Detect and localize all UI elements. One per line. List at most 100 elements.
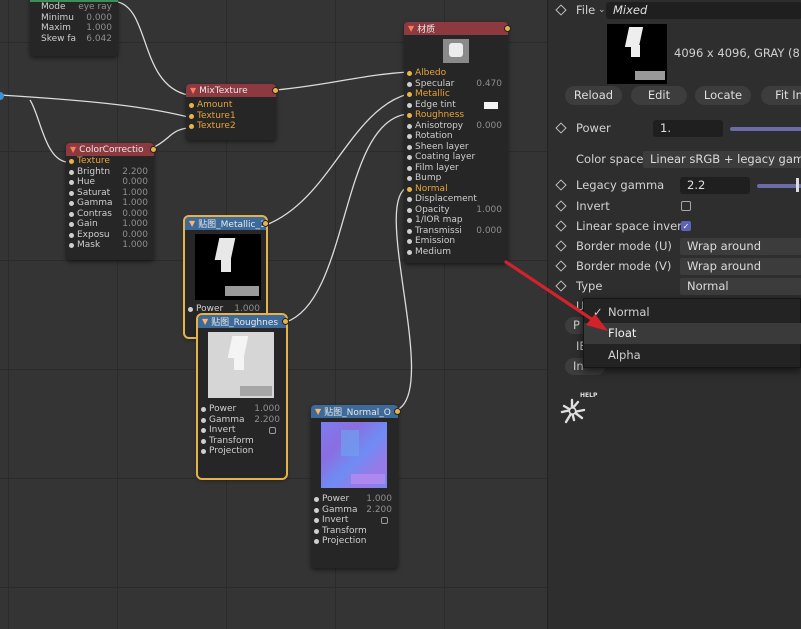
input-port[interactable] — [69, 159, 74, 164]
output-port[interactable] — [282, 318, 289, 325]
param-value[interactable]: 1.000 — [122, 198, 148, 209]
collapse-triangle-icon[interactable]: ▼ — [202, 317, 208, 326]
node-mix-texture[interactable]: ▼ MixTexture Amount Texture1 Texture2 — [186, 84, 279, 140]
node-partial-top[interactable]: Mode eye ray Minimu 0.000 Maxim 1.000 Skew fa 6… — [30, 0, 118, 56]
input-port[interactable] — [407, 197, 412, 202]
chevron-down-icon[interactable]: ⌄ — [598, 5, 606, 15]
type-dropdown[interactable]: Normal — [680, 278, 801, 295]
node-header[interactable]: ▼ 贴图_Normal_O — [311, 405, 398, 418]
param-value[interactable]: 1.000 — [254, 404, 280, 415]
node-param-row[interactable]: Coating layer — [404, 152, 508, 163]
input-port[interactable] — [314, 539, 319, 544]
power-field[interactable]: 1. — [653, 120, 723, 137]
input-port[interactable] — [69, 169, 74, 175]
output-port[interactable] — [272, 87, 279, 94]
node-param-row[interactable]: Minimu 0.000 — [30, 13, 118, 24]
node-input-row[interactable]: Texture1 — [186, 111, 276, 122]
diamond-icon[interactable] — [555, 240, 567, 252]
param-value[interactable]: 2.200 — [254, 415, 280, 426]
input-port[interactable] — [201, 438, 206, 444]
input-port[interactable] — [407, 71, 412, 76]
input-port[interactable] — [407, 155, 412, 160]
output-port[interactable] — [394, 408, 401, 415]
input-port[interactable] — [407, 102, 412, 108]
node-header[interactable]: ▼ ColorCorrectio — [66, 143, 154, 156]
input-port[interactable] — [189, 103, 194, 108]
node-input-row[interactable]: Amount — [186, 100, 276, 111]
node-normal-texture[interactable]: ▼ 贴图_Normal_O Power 1.000 Gamma 2.200 Invert T… — [311, 405, 401, 568]
input-port[interactable] — [69, 211, 74, 217]
legacy-gamma-field[interactable]: 2.2 — [680, 177, 750, 194]
input-port[interactable] — [407, 176, 412, 181]
input-port[interactable] — [407, 239, 412, 244]
node-param-row[interactable]: Transform — [198, 436, 286, 447]
node-param-row[interactable]: Projection — [311, 536, 398, 547]
edge-tint-color-swatch[interactable] — [484, 101, 498, 109]
node-header[interactable]: ▼ 材质 — [404, 22, 508, 35]
invert-checkbox[interactable] — [269, 427, 276, 434]
menu-item-float[interactable]: Float — [584, 323, 801, 344]
border-mode-u-dropdown[interactable]: Wrap around — [680, 238, 801, 255]
fit-in-button[interactable]: Fit In — [761, 86, 801, 105]
input-port[interactable] — [201, 449, 206, 454]
legacy-gamma-slider[interactable] — [757, 184, 801, 188]
input-port[interactable] — [69, 180, 74, 185]
param-value[interactable]: 2.200 — [122, 167, 148, 178]
node-param-row[interactable]: 1/IOR map — [404, 215, 508, 226]
node-param-row[interactable]: Invert — [198, 425, 286, 436]
node-header[interactable]: ▼ MixTexture — [186, 84, 276, 97]
node-param-row[interactable]: Sheen layer — [404, 142, 508, 153]
input-port[interactable] — [314, 518, 319, 523]
input-port[interactable] — [188, 307, 193, 312]
collapse-triangle-icon[interactable]: ▼ — [190, 86, 196, 95]
menu-item-normal[interactable]: ✓ Normal — [584, 302, 801, 323]
border-mode-v-dropdown[interactable]: Wrap around — [680, 258, 801, 275]
node-param-row[interactable]: Brightn 2.200 — [66, 167, 154, 178]
node-param-row[interactable]: Contras 0.000 — [66, 209, 154, 220]
param-value[interactable]: 0.000 — [122, 209, 148, 220]
file-path-field[interactable]: Mixed — [606, 2, 801, 19]
input-port[interactable] — [69, 201, 74, 206]
input-port[interactable] — [201, 407, 206, 412]
slider-handle[interactable] — [796, 178, 799, 192]
input-port[interactable] — [407, 81, 412, 87]
node-param-row[interactable]: Bump — [404, 173, 508, 184]
node-param-row[interactable]: Gamma 2.200 — [311, 505, 398, 516]
diamond-icon[interactable] — [555, 200, 567, 212]
diamond-icon[interactable] — [555, 220, 567, 232]
param-value[interactable]: 1.000 — [366, 494, 392, 505]
linear-space-invert-checkbox[interactable]: ✓ — [681, 221, 691, 231]
node-param-row[interactable]: Exposu 0.000 — [66, 230, 154, 241]
invert-checkbox[interactable] — [381, 517, 388, 524]
input-port[interactable] — [407, 249, 412, 255]
diamond-icon[interactable] — [555, 122, 567, 134]
param-value[interactable]: 1.000 — [86, 23, 112, 34]
node-param-row[interactable]: Edge tint — [404, 100, 508, 111]
node-param-row[interactable]: Invert — [311, 515, 398, 526]
node-param-row[interactable]: Film layer — [404, 163, 508, 174]
node-param-row[interactable]: Transform — [311, 526, 398, 537]
node-param-row[interactable]: Anisotropy 0.000 — [404, 121, 508, 132]
param-value[interactable]: 2.200 — [366, 505, 392, 516]
collapse-triangle-icon[interactable]: ▼ — [189, 219, 195, 228]
param-value[interactable]: 0.000 — [86, 13, 112, 24]
input-port[interactable] — [314, 497, 319, 502]
node-param-row[interactable]: Albedo — [404, 68, 508, 79]
collapse-triangle-icon[interactable]: ▼ — [315, 407, 321, 416]
diamond-icon[interactable] — [555, 179, 567, 191]
node-param-row[interactable]: Medium — [404, 247, 508, 258]
collapse-triangle-icon[interactable]: ▼ — [70, 145, 76, 154]
param-value[interactable]: 0.470 — [476, 79, 502, 90]
reload-button[interactable]: Reload — [565, 86, 622, 105]
node-param-row[interactable]: Gamma 2.200 — [198, 415, 286, 426]
param-value[interactable]: 0.000 — [476, 226, 502, 237]
node-param-row[interactable]: Skew fa 6.042 — [30, 34, 118, 45]
node-param-row[interactable]: Displacement — [404, 194, 508, 205]
input-port[interactable] — [407, 144, 412, 150]
node-material[interactable]: ▼ 材质 Albedo Specular 0.470 Metallic Edge tint… — [404, 22, 511, 263]
node-param-row[interactable]: Roughness — [404, 110, 508, 121]
input-port[interactable] — [407, 218, 412, 223]
param-value[interactable]: 0.000 — [122, 177, 148, 188]
input-port[interactable] — [201, 417, 206, 423]
node-param-row[interactable]: Maxim 1.000 — [30, 23, 118, 34]
